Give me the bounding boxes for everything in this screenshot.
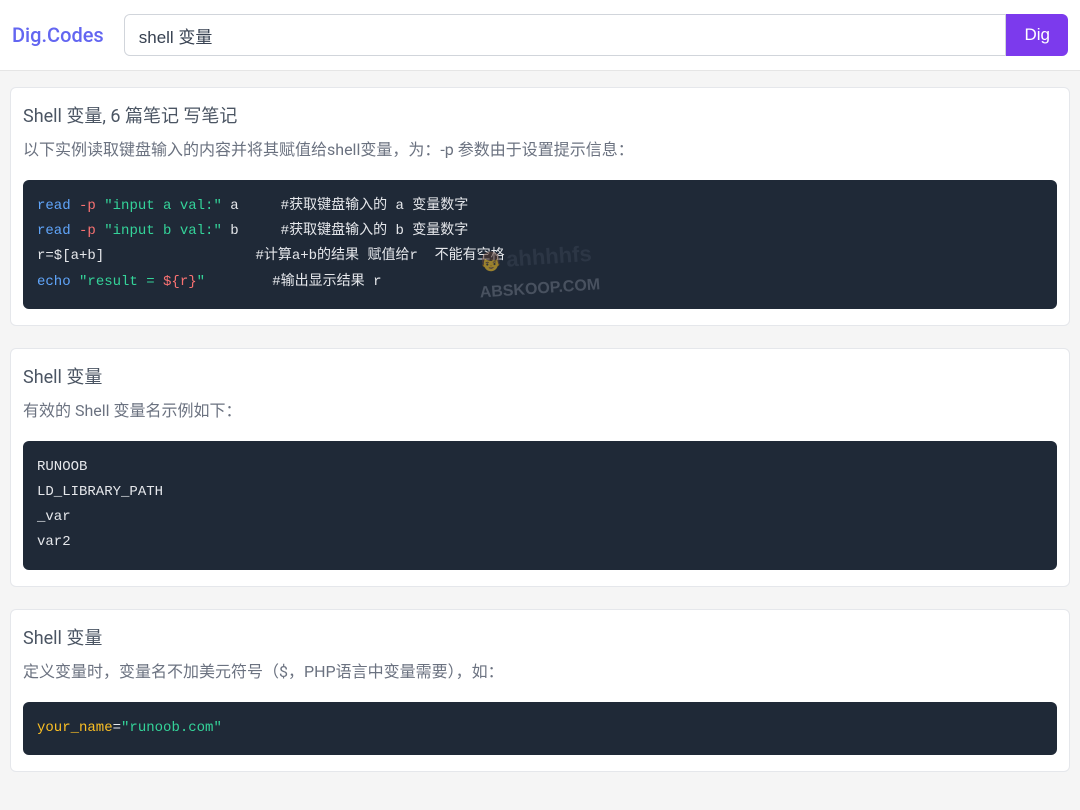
card-description: 有效的 Shell 变量名示例如下： (23, 397, 1057, 421)
code-token (96, 223, 104, 239)
code-line: read -p "input a val:" a #获取键盘输入的 a 变量数字 (37, 194, 1043, 219)
code-token: _var (37, 509, 71, 525)
code-token: #输出显示结果 r (272, 274, 381, 290)
card-title[interactable]: Shell 变量 (23, 624, 1057, 650)
code-token: #计算a+b的结果 赋值给r 不能有空格 (255, 248, 504, 264)
logo[interactable]: Dig.Codes (12, 23, 104, 47)
header: Dig.Codes Dig (0, 0, 1080, 71)
code-token: "input a val:" (104, 198, 222, 214)
code-line: RUNOOB (37, 455, 1043, 480)
code-token: #获取键盘输入的 b 变量数字 (281, 223, 469, 239)
card-description: 定义变量时，变量名不加美元符号（$，PHP语言中变量需要），如： (23, 658, 1057, 682)
code-token: "input b val:" (104, 223, 222, 239)
code-line: read -p "input b val:" b #获取键盘输入的 b 变量数字 (37, 219, 1043, 244)
code-line: your_name="runoob.com" (37, 716, 1043, 741)
search-button[interactable]: Dig (1006, 14, 1068, 56)
code-token (71, 274, 79, 290)
search-bar: Dig (124, 14, 1068, 56)
result-card: Shell 变量有效的 Shell 变量名示例如下： RUNOOB LD_LIBRA… (10, 348, 1070, 587)
code-token (96, 198, 104, 214)
code-block: read -p "input a val:" a #获取键盘输入的 a 变量数字… (23, 180, 1057, 309)
results-list: Shell 变量, 6 篇笔记 写笔记以下实例读取键盘输入的内容并将其赋值给sh… (0, 71, 1080, 810)
search-input[interactable] (124, 14, 1007, 56)
code-line: _var (37, 505, 1043, 530)
code-token: r=$[a+b] (37, 248, 255, 264)
card-title[interactable]: Shell 变量 (23, 363, 1057, 389)
card-description: 以下实例读取键盘输入的内容并将其赋值给shell变量，为：-p 参数由于设置提示… (23, 136, 1057, 160)
code-line: echo "result = ${r}" #输出显示结果 r (37, 270, 1043, 295)
result-card: Shell 变量, 6 篇笔记 写笔记以下实例读取键盘输入的内容并将其赋值给sh… (10, 87, 1070, 326)
code-line: var2 (37, 530, 1043, 555)
code-token: echo (37, 274, 71, 290)
code-token: a (222, 198, 281, 214)
code-token: var2 (37, 534, 71, 550)
code-token: b (222, 223, 281, 239)
code-token: RUNOOB (37, 459, 87, 475)
code-token: read (37, 198, 71, 214)
code-token (71, 223, 79, 239)
code-block: RUNOOB LD_LIBRARY_PATH _var var2 (23, 441, 1057, 570)
card-title[interactable]: Shell 变量, 6 篇笔记 写笔记 (23, 102, 1057, 128)
code-token (71, 198, 79, 214)
code-line: LD_LIBRARY_PATH (37, 480, 1043, 505)
code-token: "result = (79, 274, 163, 290)
code-token: LD_LIBRARY_PATH (37, 484, 163, 500)
code-token: read (37, 223, 71, 239)
code-token: -p (79, 223, 96, 239)
code-token: "runoob.com" (121, 720, 222, 736)
code-token: ${r} (163, 274, 197, 290)
code-token: = (113, 720, 121, 736)
code-line: r=$[a+b] #计算a+b的结果 赋值给r 不能有空格 (37, 244, 1043, 269)
code-token: #获取键盘输入的 a 变量数字 (281, 198, 469, 214)
code-block: your_name="runoob.com" (23, 702, 1057, 755)
code-token: your_name (37, 720, 113, 736)
code-token: -p (79, 198, 96, 214)
code-token: " (197, 274, 205, 290)
result-card: Shell 变量定义变量时，变量名不加美元符号（$，PHP语言中变量需要），如：… (10, 609, 1070, 772)
code-token (205, 274, 272, 290)
